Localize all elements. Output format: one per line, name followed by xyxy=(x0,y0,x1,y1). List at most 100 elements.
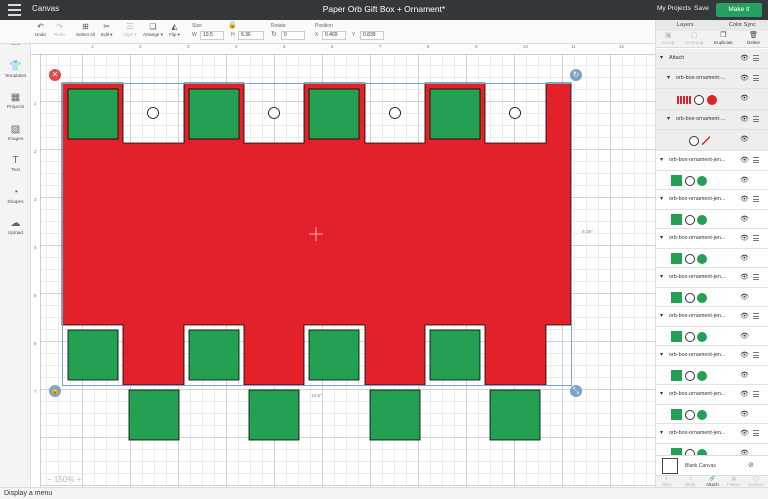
eye-icon[interactable]: 👁 xyxy=(740,273,749,281)
sidebar-item-shapes[interactable]: ◔ Shapes xyxy=(0,187,31,205)
duplicate-button[interactable]: ❐ Duplicate xyxy=(714,32,733,45)
eye-icon[interactable]: 👁 xyxy=(740,351,749,359)
eye-icon[interactable]: 👁 xyxy=(740,312,749,320)
eye-icon[interactable]: 👁 xyxy=(740,135,749,143)
delete-button[interactable]: 🗑 Delete xyxy=(747,32,760,45)
drag-handle-icon[interactable] xyxy=(753,274,759,282)
chevron-down-icon[interactable]: ▾ xyxy=(667,74,670,81)
lock-handle-icon[interactable]: 🔒 xyxy=(49,385,61,397)
chevron-down-icon[interactable]: ▾ xyxy=(660,195,663,202)
eye-icon[interactable]: 👁 xyxy=(740,410,749,418)
drag-handle-icon[interactable] xyxy=(753,235,759,243)
drag-handle-icon[interactable] xyxy=(753,75,759,83)
layer-item-preview[interactable]: 👁 xyxy=(656,366,768,385)
drag-handle-icon[interactable] xyxy=(753,352,759,360)
lock-icon[interactable]: 🔒 xyxy=(228,21,237,29)
chevron-down-icon[interactable]: ▾ xyxy=(660,429,663,436)
redo-button[interactable]: ↷ Redo xyxy=(54,22,65,37)
chevron-down-icon[interactable]: ▾ xyxy=(660,390,663,397)
weld-button[interactable]: ◑ Weld xyxy=(685,477,695,488)
zoom-control[interactable]: − 150% + xyxy=(47,475,81,484)
chevron-down-icon[interactable]: ▾ xyxy=(660,273,663,280)
layer-item[interactable]: ▾ orb-box-ornament-jen... 👁 xyxy=(656,151,768,171)
edit-dropdown[interactable]: ✂ Edit ▾ xyxy=(101,22,113,38)
layer-item-preview[interactable]: 👁 xyxy=(656,210,768,229)
select-all-button[interactable]: ⊞ Select All xyxy=(76,22,95,37)
green-square-loose-2[interactable] xyxy=(248,389,300,441)
delete-handle-icon[interactable]: ✕ xyxy=(49,69,61,81)
chevron-down-icon[interactable]: ▾ xyxy=(660,312,663,319)
sidebar-item-upload[interactable]: ☁ Upload xyxy=(0,218,31,236)
y-position-field[interactable]: 0.839 xyxy=(360,31,384,40)
drag-handle-icon[interactable] xyxy=(753,157,759,165)
tab-layers[interactable]: Layers xyxy=(677,22,694,28)
drag-handle-icon[interactable] xyxy=(753,430,759,438)
eye-icon[interactable]: 👁 xyxy=(740,176,749,184)
rotate-handle-icon[interactable]: ↻ xyxy=(570,69,582,81)
drag-handle-icon[interactable] xyxy=(753,196,759,204)
eye-icon[interactable]: 👁 xyxy=(740,74,749,82)
attach-button[interactable]: 🔗 Attach xyxy=(706,477,719,488)
sidebar-item-projects[interactable]: ▦ Projects xyxy=(0,92,31,110)
flatten-button[interactable]: ▤ Flatten xyxy=(727,477,741,488)
blank-canvas-row[interactable]: Blank Canvas ⊘ xyxy=(656,455,768,475)
layer-group-attach[interactable]: ▾ Attach 👁 xyxy=(656,49,768,69)
make-it-button[interactable]: Make It xyxy=(716,3,762,17)
chevron-down-icon[interactable]: ▾ xyxy=(660,156,663,163)
undo-button[interactable]: ↶ Undo xyxy=(35,22,46,37)
group-button[interactable]: ▣ Group xyxy=(662,32,675,45)
arrange-dropdown[interactable]: ❏ Arrange ▾ xyxy=(143,22,163,38)
slice-button[interactable]: ◐ Slice xyxy=(662,477,672,488)
eye-icon[interactable]: 👁 xyxy=(740,390,749,398)
drag-handle-icon[interactable] xyxy=(753,313,759,321)
eye-icon[interactable]: 👁 xyxy=(740,254,749,262)
green-square-loose-3[interactable] xyxy=(369,389,421,441)
eye-icon[interactable]: 👁 xyxy=(740,429,749,437)
layer-item[interactable]: ▾ orb-box-ornament-jen... 👁 xyxy=(656,424,768,444)
eye-icon[interactable]: 👁 xyxy=(740,332,749,340)
save-link[interactable]: Save xyxy=(694,5,709,12)
contour-button[interactable]: ◯ Contour xyxy=(748,477,764,488)
eye-icon[interactable]: 👁 xyxy=(740,371,749,379)
drag-handle-icon[interactable] xyxy=(753,391,759,399)
layer-item-preview[interactable]: 👁 xyxy=(656,249,768,268)
resize-handle-icon[interactable]: ⤡ xyxy=(570,385,582,397)
flip-dropdown[interactable]: ◭ Flip ▾ xyxy=(169,22,180,38)
layer-item-preview[interactable]: 👁 xyxy=(656,405,768,424)
layer-subgroup-2-preview[interactable]: 👁 xyxy=(656,130,768,151)
layer-item[interactable]: ▾ orb-box-ornament-jen... 👁 xyxy=(656,190,768,210)
zoom-out-icon[interactable]: − xyxy=(47,475,52,484)
layer-item-preview[interactable]: 👁 xyxy=(656,171,768,190)
chevron-down-icon[interactable]: ▾ xyxy=(660,234,663,241)
align-dropdown[interactable]: ☰ Align ▾ xyxy=(123,22,137,38)
layer-item-preview[interactable]: 👁 xyxy=(656,288,768,307)
layer-item[interactable]: ▾ orb-box-ornament-jen... 👁 xyxy=(656,268,768,288)
chevron-down-icon[interactable]: ▾ xyxy=(660,351,663,358)
rotate-field[interactable]: 0 xyxy=(281,31,305,40)
eye-icon[interactable]: 👁 xyxy=(740,54,749,62)
selection-box[interactable] xyxy=(62,83,572,386)
eye-icon[interactable]: 👁 xyxy=(740,115,749,123)
my-projects-link[interactable]: My Projects xyxy=(657,5,691,12)
layer-item[interactable]: ▾ orb-box-ornament-jen... 👁 xyxy=(656,229,768,249)
zoom-in-icon[interactable]: + xyxy=(77,475,82,484)
layer-subgroup-1[interactable]: ▾ orb-box-ornament-... 👁 xyxy=(656,69,768,89)
chevron-down-icon[interactable]: ▾ xyxy=(667,115,670,122)
sidebar-item-templates[interactable]: 👕 Templates xyxy=(0,61,31,79)
drag-handle-icon[interactable] xyxy=(753,116,759,124)
sidebar-item-images[interactable]: ▨ Images xyxy=(0,124,31,142)
x-position-field[interactable]: 0.469 xyxy=(322,31,346,40)
eye-icon[interactable]: 👁 xyxy=(740,94,749,102)
hide-icon[interactable]: ⊘ xyxy=(748,461,754,469)
eye-icon[interactable]: 👁 xyxy=(740,195,749,203)
eye-icon[interactable]: 👁 xyxy=(740,215,749,223)
layer-item[interactable]: ▾ orb-box-ornament-jen... 👁 xyxy=(656,346,768,366)
height-field[interactable]: 6.36 xyxy=(238,31,264,40)
eye-icon[interactable]: 👁 xyxy=(740,293,749,301)
layer-item[interactable]: ▾ orb-box-ornament-jen... 👁 xyxy=(656,385,768,405)
tab-color-sync[interactable]: Color Sync xyxy=(729,22,756,28)
layer-subgroup-1-preview[interactable]: 👁 xyxy=(656,89,768,110)
drag-handle-icon[interactable] xyxy=(753,55,759,63)
green-square-loose-4[interactable] xyxy=(489,389,541,441)
layer-subgroup-2[interactable]: ▾ orb-box-ornament-... 👁 xyxy=(656,110,768,130)
